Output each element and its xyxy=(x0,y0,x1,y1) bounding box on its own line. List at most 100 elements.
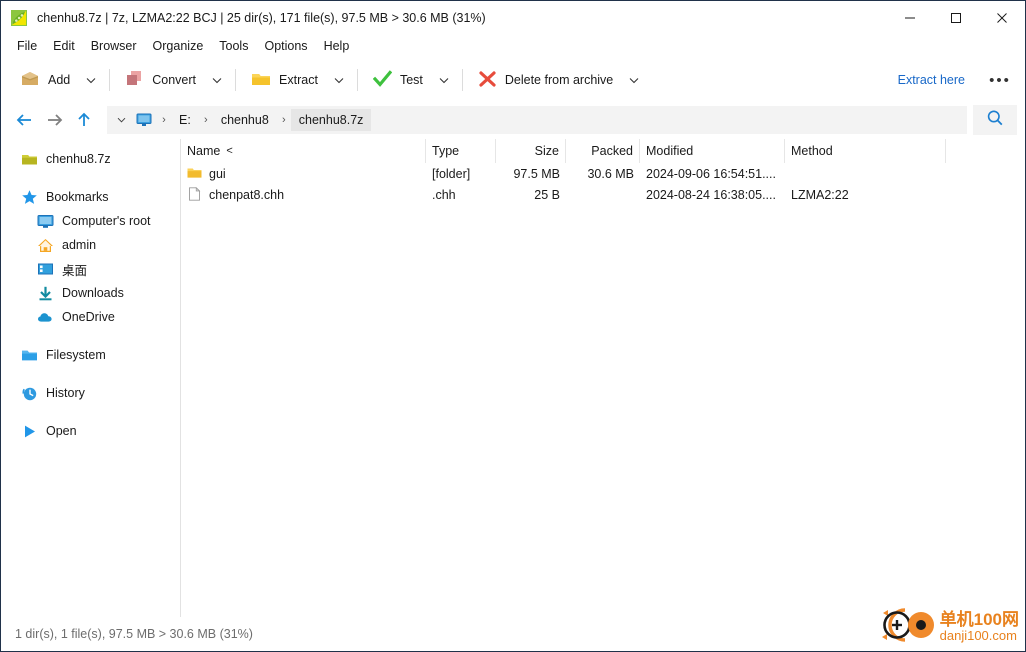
breadcrumb-separator: › xyxy=(203,114,208,126)
watermark: 单机100网 danji100.com xyxy=(875,604,1019,649)
sidebar-item-downloads[interactable]: Downloads xyxy=(1,281,180,305)
toolbar-separator-1 xyxy=(109,69,111,91)
sidebar-item-desktop[interactable]: 桌面 xyxy=(1,257,180,281)
menu-options[interactable]: Options xyxy=(256,37,315,55)
delete-dropdown-caret[interactable] xyxy=(622,64,646,96)
file-icon xyxy=(187,187,202,202)
column-header-modified[interactable]: Modified xyxy=(640,139,785,163)
menu-edit[interactable]: Edit xyxy=(45,37,83,55)
toolbar-separator-2 xyxy=(235,69,237,91)
overflow-menu-button[interactable]: ••• xyxy=(985,64,1015,96)
watermark-cn-label: 单机100网 xyxy=(939,609,1019,629)
row-size-cell: 25 B xyxy=(534,187,560,202)
cloud-icon xyxy=(37,309,54,326)
toolbar-right-group: Extract here ••• xyxy=(890,64,1025,96)
breadcrumb-separator: › xyxy=(162,114,166,126)
title-bar: chenhu8.7z | 7z, LZMA2:22 BCJ | 25 dir(s… xyxy=(1,1,1025,34)
extract-dropdown-caret[interactable] xyxy=(327,64,351,96)
window-title: chenhu8.7z | 7z, LZMA2:22 BCJ | 25 dir(s… xyxy=(37,10,486,25)
column-header-name[interactable]: Name < xyxy=(181,139,426,163)
red-x-icon xyxy=(478,70,497,91)
sidebar-open-label: Open xyxy=(46,424,77,438)
sidebar-bookmarks-label: Bookmarks xyxy=(46,190,109,204)
row-type-cell: [folder] xyxy=(432,166,471,181)
table-row[interactable]: chenpat8.chh .chh 25 B 2024-08-24 16:38:… xyxy=(181,184,1025,205)
breadcrumb-item-chenhu8[interactable]: chenhu8 xyxy=(213,109,277,131)
sidebar-desktop-label: 桌面 xyxy=(62,263,88,278)
file-rows: gui [folder] 97.5 MB 30.6 MB 2024-09-06 … xyxy=(181,163,1025,617)
chevron-down-icon[interactable] xyxy=(111,107,131,133)
home-icon xyxy=(37,237,54,254)
up-button[interactable] xyxy=(69,105,99,135)
convert-dropdown-caret[interactable] xyxy=(205,64,229,96)
archive-folder-icon xyxy=(21,151,38,168)
extract-button[interactable]: Extract xyxy=(242,64,327,96)
add-button[interactable]: Add xyxy=(11,64,79,96)
menu-file[interactable]: File xyxy=(9,37,45,55)
menu-tools[interactable]: Tools xyxy=(211,37,256,55)
toolbar-separator-4 xyxy=(461,69,463,91)
breadcrumb-item-drive[interactable]: E: xyxy=(171,109,199,131)
address-bar: › E: › chenhu8 › chenhu8.7z xyxy=(1,102,1025,138)
add-dropdown-caret[interactable] xyxy=(79,64,103,96)
convert-squares-icon xyxy=(125,70,144,91)
menu-browser[interactable]: Browser xyxy=(83,37,145,55)
sidebar-item-history[interactable]: History xyxy=(1,381,180,405)
monitor-icon[interactable] xyxy=(131,113,157,127)
peazip-icon xyxy=(10,9,28,27)
sidebar: chenhu8.7z Bookmarks Computer's root adm… xyxy=(1,139,181,617)
column-header-name-label: Name xyxy=(187,144,221,158)
folder-icon xyxy=(187,166,202,181)
forward-button[interactable] xyxy=(39,105,69,135)
column-header-packed[interactable]: Packed xyxy=(566,139,640,163)
column-header-size[interactable]: Size xyxy=(496,139,566,163)
sidebar-item-filesystem[interactable]: Filesystem xyxy=(1,343,180,367)
extract-here-link[interactable]: Extract here xyxy=(890,73,973,87)
breadcrumb-item-archive[interactable]: chenhu8.7z xyxy=(290,109,372,131)
test-group: Test xyxy=(364,64,456,96)
status-bar: 1 dir(s), 1 file(s), 97.5 MB > 30.6 MB (… xyxy=(1,608,1025,651)
sidebar-item-bookmarks[interactable]: Bookmarks xyxy=(1,185,180,209)
add-label: Add xyxy=(48,73,71,87)
test-dropdown-caret[interactable] xyxy=(432,64,456,96)
menu-organize[interactable]: Organize xyxy=(145,37,212,55)
minimize-button[interactable] xyxy=(887,1,933,34)
test-button[interactable]: Test xyxy=(364,64,432,96)
row-method-cell: LZMA2:22 xyxy=(791,187,849,202)
main-toolbar: Add Convert Extract Test Delete from arc… xyxy=(1,58,1025,102)
menu-help[interactable]: Help xyxy=(316,37,358,55)
breadcrumb: › E: › chenhu8 › chenhu8.7z xyxy=(107,106,967,134)
watermark-en-label: danji100.com xyxy=(939,627,1017,643)
box-icon xyxy=(20,70,40,91)
table-row[interactable]: gui [folder] 97.5 MB 30.6 MB 2024-09-06 … xyxy=(181,163,1025,184)
star-icon xyxy=(21,189,38,206)
extract-group: Extract xyxy=(242,64,351,96)
sidebar-item-open[interactable]: Open xyxy=(1,419,180,443)
menu-bar: File Edit Browser Organize Tools Options… xyxy=(1,34,1025,58)
green-check-icon xyxy=(372,69,393,91)
maximize-button[interactable] xyxy=(933,1,979,34)
folder-icon xyxy=(21,347,38,364)
sidebar-item-computers-root[interactable]: Computer's root xyxy=(1,209,180,233)
search-icon xyxy=(986,109,1004,132)
monitor-icon xyxy=(37,213,54,230)
column-header-type[interactable]: Type xyxy=(426,139,496,163)
history-clock-icon xyxy=(21,385,38,402)
peazip-window: chenhu8.7z | 7z, LZMA2:22 BCJ | 25 dir(s… xyxy=(0,0,1026,652)
sidebar-item-onedrive[interactable]: OneDrive xyxy=(1,305,180,329)
sidebar-item-admin[interactable]: admin xyxy=(1,233,180,257)
window-controls xyxy=(887,1,1025,34)
column-header-method[interactable]: Method xyxy=(785,139,946,163)
back-button[interactable] xyxy=(9,105,39,135)
sidebar-computers-root-label: Computer's root xyxy=(62,214,151,228)
extract-label: Extract xyxy=(279,73,318,87)
search-button[interactable] xyxy=(973,105,1017,135)
sidebar-item-archive[interactable]: chenhu8.7z xyxy=(1,147,180,171)
delete-from-archive-button[interactable]: Delete from archive xyxy=(469,64,622,96)
status-text: 1 dir(s), 1 file(s), 97.5 MB > 30.6 MB (… xyxy=(15,627,253,641)
close-button[interactable] xyxy=(979,1,1025,34)
row-name-cell: gui xyxy=(181,166,426,181)
convert-button[interactable]: Convert xyxy=(116,64,205,96)
